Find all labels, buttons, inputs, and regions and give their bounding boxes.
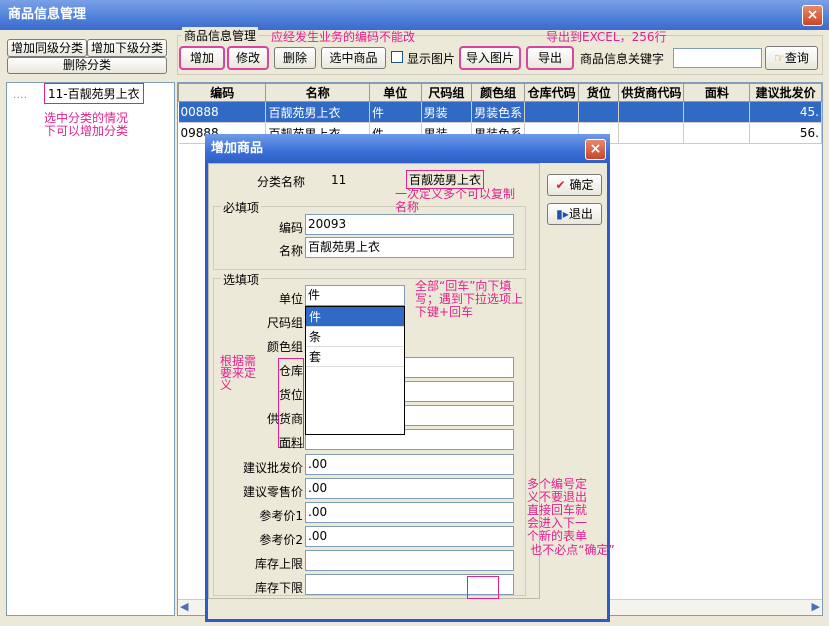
table-cell: 男装色系 <box>471 101 526 123</box>
table-cell: 件 <box>369 101 422 123</box>
table-header-row: 编码 名称 单位 尺码组 颜色组 仓库代码 货位 供货商代码 面料 建议批发价 <box>178 83 822 102</box>
reference-price-1-field[interactable]: .00 <box>305 502 514 523</box>
unit-dropdown-list[interactable]: 件 条 套 <box>305 306 405 435</box>
stock-upper-limit-field[interactable] <box>305 550 514 571</box>
export-button[interactable]: 导出 <box>526 46 574 70</box>
wholesale-price-label: 建议批发价 <box>242 461 303 475</box>
retail-price-label: 建议零售价 <box>242 485 303 499</box>
reference-price-2-label: 参考价2 <box>259 533 303 547</box>
optional-group-title: 选填项 <box>221 271 262 288</box>
highlight-box <box>467 576 499 599</box>
tree-item[interactable]: 11-百靓苑男上衣 <box>44 83 144 104</box>
table-cell: 00888 <box>178 101 267 123</box>
reference-price-2-field[interactable]: .00 <box>305 526 514 547</box>
column-header[interactable]: 供货商代码 <box>618 83 685 102</box>
required-group-title: 必填项 <box>221 199 262 216</box>
column-header[interactable]: 颜色组 <box>471 83 526 102</box>
table-cell: 56. <box>749 122 822 144</box>
category-name-label: 分类名称 <box>256 175 305 189</box>
column-header[interactable]: 仓库代码 <box>524 83 580 102</box>
column-header[interactable]: 编码 <box>178 83 267 102</box>
annotation-no-confirm: 也不必点“确定” <box>530 543 615 557</box>
select-products-button[interactable]: 选中商品 <box>321 47 386 69</box>
show-images-checkbox[interactable] <box>391 51 403 63</box>
table-cell: 45. <box>749 101 822 123</box>
name-label: 名称 <box>278 244 303 258</box>
stock-upper-limit-label: 库存上限 <box>254 557 303 571</box>
table-cell: 男装 <box>421 101 473 123</box>
unit-label: 单位 <box>278 292 303 306</box>
column-header[interactable]: 尺码组 <box>420 83 473 102</box>
keyword-input[interactable] <box>673 48 762 68</box>
delete-category-button[interactable]: 删除分类 <box>7 57 167 74</box>
color-group-label: 颜色组 <box>266 340 303 354</box>
table-cell <box>683 122 751 144</box>
dialog-titlebar: 增加商品 <box>205 134 610 163</box>
keyword-label: 商品信息关键字 <box>580 52 665 66</box>
fabric-label: 面料 <box>278 436 303 450</box>
window-title: 商品信息管理 <box>8 7 87 22</box>
search-button-label: 查询 <box>784 51 809 65</box>
import-images-button[interactable]: 导入图片 <box>459 46 521 70</box>
column-header[interactable]: 货位 <box>578 83 620 102</box>
code-field[interactable]: 20093 <box>305 214 514 235</box>
dialog-title: 增加商品 <box>211 141 264 156</box>
annotation-copy-name: 一次定义多个可以复制名称 <box>395 187 516 214</box>
table-cell <box>618 122 685 144</box>
unit-option[interactable]: 套 <box>306 347 404 367</box>
exit-door-icon: ▮▸ <box>556 207 569 221</box>
ok-button[interactable]: ✔ 确定 <box>547 174 602 196</box>
window-titlebar: 商品信息管理 <box>0 0 829 30</box>
edit-button[interactable]: 修改 <box>227 46 269 70</box>
search-button[interactable]: ☞查询 <box>765 46 818 70</box>
dialog-close-button[interactable]: × <box>585 139 606 160</box>
annotation-add-category: 选中分类的情况下可以增加分类 <box>44 111 129 138</box>
toolbar-group-title: 商品信息管理 <box>182 27 259 44</box>
column-header[interactable]: 建议批发价 <box>749 83 822 102</box>
annotation-export: 导出到EXCEL，256行 <box>546 30 667 44</box>
search-icon: ☞ <box>774 51 785 65</box>
unit-field[interactable]: 件 <box>305 285 405 306</box>
show-images-label: 显示图片 <box>407 52 456 66</box>
column-header[interactable]: 名称 <box>265 83 370 102</box>
window-close-button[interactable]: × <box>802 5 823 26</box>
reference-price-1-label: 参考价1 <box>259 509 303 523</box>
column-header[interactable]: 单位 <box>368 83 422 102</box>
table-cell <box>618 101 685 123</box>
add-same-level-category-button[interactable]: 增加同级分类 <box>7 39 87 57</box>
table-row[interactable]: 00888 百靓苑男上衣 件 男装 男装色系 45. <box>178 101 822 123</box>
annotation-define-as-needed: 根据需要来定义 <box>220 354 257 392</box>
unit-option[interactable]: 条 <box>306 327 404 347</box>
unit-option[interactable]: 件 <box>306 307 404 327</box>
tree-connector: .... <box>13 88 27 101</box>
code-label: 编码 <box>278 221 303 235</box>
stock-lower-limit-label: 库存下限 <box>254 581 303 595</box>
check-icon: ✔ <box>555 178 566 192</box>
table-cell <box>683 101 751 123</box>
supplier-label: 供货商 <box>266 412 303 426</box>
annotation-enter-navigation: 全部“回车”向下填写；遇到下拉选项上下键+回车 <box>415 279 524 319</box>
delete-button[interactable]: 删除 <box>274 47 316 69</box>
name-field[interactable]: 百靓苑男上衣 <box>305 237 514 258</box>
exit-label: 退出 <box>568 207 593 221</box>
scroll-right-icon[interactable]: ▶ <box>812 600 820 613</box>
table-cell <box>578 101 620 123</box>
ok-label: 确定 <box>569 178 594 192</box>
exit-button[interactable]: ▮▸退出 <box>547 203 602 225</box>
add-button[interactable]: 增加 <box>179 46 225 70</box>
annotation-code-immutable: 应经发生业务的编码不能改 <box>271 30 416 44</box>
category-tree[interactable]: .... 11-百靓苑男上衣 <box>6 82 175 616</box>
table-cell <box>524 101 580 123</box>
category-code: 11 <box>331 173 347 187</box>
size-group-label: 尺码组 <box>266 316 303 330</box>
table-cell: 百靓苑男上衣 <box>265 101 370 123</box>
wholesale-price-field[interactable]: .00 <box>305 454 514 475</box>
column-header[interactable]: 面料 <box>683 83 751 102</box>
retail-price-field[interactable]: .00 <box>305 478 514 499</box>
annotation-multiple-codes: 多个编号定义不要退出直接回车就会进入下一个新的表单 <box>527 477 588 543</box>
add-sub-level-category-button[interactable]: 增加下级分类 <box>87 39 167 57</box>
scroll-left-icon[interactable]: ◀ <box>180 600 188 613</box>
